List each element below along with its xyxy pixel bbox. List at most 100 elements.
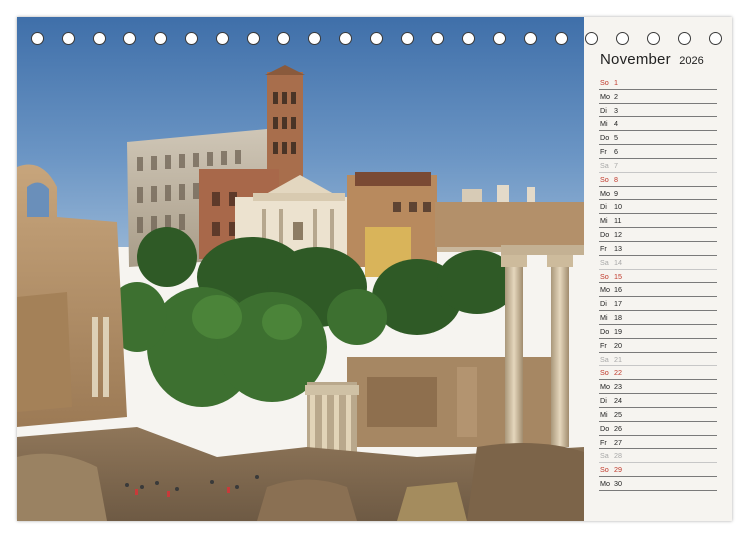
weekday-label: Sa [600,257,609,267]
spiral-binding [17,32,732,48]
day-number: 14 [614,257,622,267]
day-row: Mi 4 [599,117,717,132]
binding-ring [92,32,106,45]
day-number: 12 [614,230,622,240]
month-name: November [600,51,671,68]
day-number: 6 [614,147,618,157]
binding-ring [462,32,476,45]
day-number: 17 [614,299,622,309]
day-number: 8 [614,174,618,184]
day-number: 26 [614,423,622,433]
day-row: Do 19 [599,325,717,339]
weekday-label: So [600,368,609,378]
day-row: So 1 [599,76,717,90]
day-number: 4 [614,119,618,129]
day-number: 30 [614,479,622,489]
day-number: 21 [614,354,622,364]
weekday-label: Di [600,396,607,406]
binding-ring [185,32,198,45]
binding-ring [246,32,260,45]
weekday-label: Sa [600,160,609,170]
roman-forum-photo [17,17,584,521]
day-row: Di 3 [599,104,717,118]
binding-ring [308,32,322,45]
day-list: So 1 Mo 2 Di 3 Mi 4 Do 5 Fr 6 Sa 7 So 8 Mo 9 Di 10 Mi 11 Do 12 F… [599,76,717,491]
binding-ring [215,32,229,45]
weekday-label: Mi [600,216,608,226]
binding-ring [493,32,506,45]
day-row: Sa 28 [599,449,717,464]
binding-ring [61,32,75,45]
day-row: Do 12 [599,228,717,242]
day-row: Mo 9 [599,187,717,201]
day-number: 29 [614,465,622,475]
day-number: 1 [614,78,618,87]
day-row: Di 24 [599,394,717,408]
binding-ring [647,32,660,45]
day-number: 3 [614,105,618,115]
day-row: Do 5 [599,131,717,146]
day-row: Mi 18 [599,311,717,325]
weekday-label: Di [600,202,607,212]
binding-ring [708,32,722,45]
binding-ring [523,32,537,45]
month-year: 2026 [679,55,704,67]
day-number: 23 [614,382,622,392]
weekday-label: Do [600,230,610,240]
binding-ring [677,32,691,45]
binding-ring [277,32,291,45]
weekday-label: Mi [600,313,608,323]
day-row: Mo 16 [599,283,717,298]
day-row: Di 10 [599,200,717,215]
weekday-label: Fr [600,243,607,253]
binding-ring [154,32,168,45]
binding-ring [369,32,383,45]
day-number: 11 [614,216,622,226]
day-number: 9 [614,188,618,198]
day-row: Fr 6 [599,145,717,159]
binding-ring [554,32,568,45]
month-header: November 2026 [600,51,730,71]
day-number: 15 [614,271,622,281]
day-row: Di 17 [599,297,717,312]
binding-ring [431,32,445,45]
weekday-label: Mi [600,409,608,419]
day-row: Do 26 [599,422,717,436]
day-number: 7 [614,160,618,170]
binding-ring [31,32,44,45]
binding-ring [585,32,599,45]
weekday-label: So [600,174,609,184]
weekday-label: Fr [600,340,607,350]
day-number: 28 [614,451,622,461]
weekday-label: Mo [600,382,610,392]
weekday-label: Di [600,105,607,115]
weekday-label: Mo [600,188,610,198]
day-number: 19 [614,326,622,336]
weekday-label: Mo [600,91,610,101]
day-row: Sa 14 [599,256,717,270]
day-number: 10 [614,202,622,212]
binding-ring [339,32,352,45]
day-row: So 15 [599,270,717,284]
weekday-label: Sa [600,354,609,364]
weekday-label: Do [600,133,610,143]
weekday-label: Fr [600,147,607,157]
weekday-label: Do [600,423,610,433]
day-row: Mi 11 [599,214,717,229]
day-row: So 29 [599,463,717,478]
day-number: 16 [614,285,622,295]
day-row: Fr 13 [599,242,717,256]
day-row: Mo 23 [599,380,717,395]
weekday-label: Fr [600,437,607,447]
day-number: 25 [614,409,622,419]
day-row: Mo 30 [599,477,717,491]
day-number: 27 [614,437,622,447]
binding-ring [123,32,137,45]
day-row: So 8 [599,173,717,187]
weekday-label: Sa [600,451,609,461]
binding-ring [616,32,630,45]
weekday-label: Mo [600,479,610,489]
day-number: 24 [614,396,622,406]
day-row: Mo 2 [599,90,717,104]
weekday-label: Do [600,326,610,336]
